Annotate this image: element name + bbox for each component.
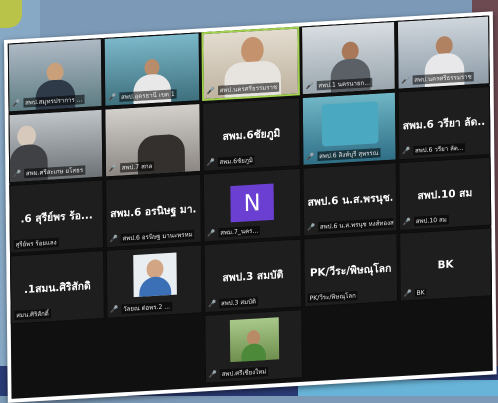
mic-muted-icon: 🎤 [108, 93, 117, 102]
participant-label: สมน.ศิริสักดิ์ [14, 308, 51, 321]
participant-tile-active-speaker[interactable]: 🎤 สพป.นครศรีธรรมราช [201, 26, 300, 102]
mic-muted-icon: 🎤 [12, 169, 22, 178]
mic-muted-icon: 🎤 [109, 234, 118, 243]
video-grid: 🎤 สพป.สมุทรปราการ ... 🎤 สพป.อุดรธานี เขต 1… [7, 15, 493, 399]
participant-tile[interactable]: สพม.6 วรียา ลัด... 🎤 สพป.6 วรียา ลัด... [397, 86, 491, 161]
mic-muted-icon: 🎤 [402, 146, 411, 155]
participant-tile[interactable]: 🎤 วัลยณ ต่อพร.2 ... [105, 244, 203, 319]
participant-label: 🎤 สพป.3 สมบัติ [208, 296, 258, 309]
meeting-screenshot-photo: 🎤 สพป.สมุทรปราการ ... 🎤 สพป.อุดรธานี เขต 1… [4, 11, 497, 403]
participant-label: 🎤 สพป.10 สม [402, 214, 449, 227]
participant-name: PK/วีระ/พิษณุโลก [309, 261, 392, 280]
mic-muted-icon: 🎤 [403, 288, 412, 298]
participant-label: สุรีย์พร ร้อยแลง [13, 237, 59, 250]
mic-muted-icon: 🎤 [208, 370, 218, 379]
mic-muted-icon: 🎤 [306, 152, 315, 161]
participant-label: 🎤 สพม.6ชัยภูมิ [206, 155, 255, 168]
participant-name: สพม.6ชัยภูมิ [222, 127, 281, 143]
participant-tile[interactable]: 🎤 สพป.6 สิงห์บุรี สุพรรณ [301, 91, 397, 166]
participant-name: สพป.10 สม [417, 186, 473, 203]
participant-tile[interactable]: PK/วีระ/พิษณุโลก PK/วีระ/พิษณุโลก [303, 232, 399, 308]
participant-tile[interactable]: BK 🎤 BK [399, 227, 493, 302]
participant-head [241, 36, 264, 65]
participant-name: .1สมน.ศิริสักดิ [23, 279, 91, 296]
participant-tile[interactable]: 🎤 สพป.ศรีเชียงใหม่ [204, 309, 303, 384]
participant-name: สพม.6 วรียา ลัด... [402, 114, 486, 133]
participant-label: 🎤 สพป.6 อรนิษฐ มานะพรหม [109, 229, 195, 244]
mic-muted-icon: 🎤 [306, 222, 316, 232]
mic-muted-icon: 🎤 [208, 299, 217, 308]
mic-muted-icon: 🎤 [305, 81, 314, 90]
participant-tile[interactable]: 🎤 สพป.อุดรธานี เขต 1 [103, 32, 201, 107]
participant-name: .6 สุรีย์พร ร้อ... [20, 208, 93, 226]
participant-tile[interactable]: 🎤 สพม.ศรีสะเกษ ยโสธร [8, 108, 104, 184]
participant-tile[interactable]: สพป.3 สมบัติ 🎤 สพป.3 สมบัติ [203, 238, 303, 314]
avatar: N [230, 183, 274, 223]
mic-muted-icon: 🎤 [206, 86, 215, 95]
participant-name: สพป.3 สมบัติ [222, 268, 284, 285]
participant-label: 🎤 สพป.6 วรียา ลัด... [402, 142, 466, 156]
participant-label: PK/วีระ/พิษณุโลก [307, 290, 358, 304]
participant-name: สพม.6 อรนิษฐ มา... [110, 202, 197, 221]
participant-body [224, 60, 282, 102]
participant-label: 🎤 สพม.7_นคร... [207, 225, 261, 238]
mic-muted-icon: 🎤 [206, 158, 215, 167]
mic-muted-icon: 🎤 [108, 163, 118, 172]
participant-tile[interactable]: สพป.6 น.ส.พรนุช... 🎤 สพป.6 น.ส.พรนุช หงส์… [302, 162, 398, 237]
participant-tile[interactable]: .1สมน.ศิริสักดิ สมน.ศิริสักดิ์ [10, 250, 105, 325]
background-image [321, 101, 379, 147]
mic-muted-icon: 🎤 [12, 98, 21, 107]
mic-muted-icon: 🎤 [207, 228, 216, 237]
participant-tile[interactable]: สพม.6 อรนิษฐ มา... 🎤 สพป.6 อรนิษฐ มานะพรห… [105, 173, 202, 249]
participant-label: 🎤 BK [403, 288, 427, 298]
participant-name: BK [437, 257, 454, 272]
mic-muted-icon: 🎤 [402, 217, 412, 226]
participant-tile[interactable]: .6 สุรีย์พร ร้อ... สุรีย์พร ร้อยแลง [9, 179, 105, 254]
participant-tile[interactable]: N 🎤 สพม.7_นคร... [202, 167, 302, 243]
participant-tile[interactable]: 🎤 สพป.1 นครนายก... [301, 20, 396, 96]
mic-muted-icon: 🎤 [110, 305, 119, 314]
participant-tile[interactable]: สพป.10 สม 🎤 สพป.10 สม [398, 156, 492, 231]
participant-tile[interactable]: 🎤 สพป.7 สกล [104, 103, 202, 178]
participant-tile[interactable]: สพม.6ชัยภูมิ 🎤 สพม.6ชัยภูมิ [202, 97, 301, 172]
participant-label: 🎤 สพป.6 น.ส.พรนุช หงส์ทองสมาน [306, 217, 394, 233]
mic-muted-icon: 🎤 [401, 75, 410, 85]
participant-name: สพป.6 น.ส.พรนุช... [307, 190, 393, 209]
participant-tile[interactable]: 🎤 สพป.นครศรีธรรมราช [396, 15, 490, 90]
participant-tile[interactable]: 🎤 สพป.สมุทรปราการ ... [7, 38, 103, 113]
